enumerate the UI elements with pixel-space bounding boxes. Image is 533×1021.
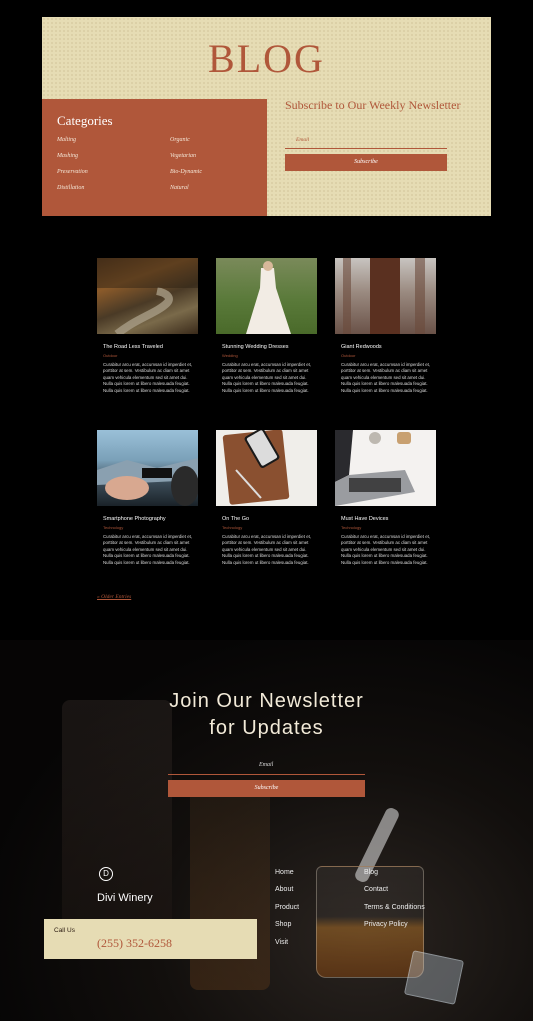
subscribe-title: Subscribe to Our Weekly Newsletter (285, 98, 461, 112)
category-link[interactable]: Vegetarian (170, 153, 196, 159)
footer-link-product[interactable]: Product (275, 904, 299, 911)
footer-link-contact[interactable]: Contact (364, 886, 388, 893)
post-excerpt: Curabitur arcu erat, accumsan id imperdi… (222, 362, 312, 393)
post-category[interactable]: Technology (222, 525, 317, 530)
post-title[interactable]: On The Go (222, 516, 317, 522)
footer-link-privacy[interactable]: Privacy Policy (364, 921, 408, 928)
blog-post-card[interactable]: Giant Redwoods Outdoor Curabitur arcu er… (335, 258, 436, 394)
post-category[interactable]: Wedding (222, 353, 317, 358)
newsletter-title-line-2: for Updates (209, 717, 324, 739)
post-excerpt: Curabitur arcu erat, accumsan id imperdi… (341, 534, 431, 565)
laptop-photo[interactable] (335, 430, 436, 506)
forest-path-art (97, 258, 198, 334)
newsletter-email-field[interactable]: Email (168, 760, 365, 775)
blog-post-card[interactable]: On The Go Technology Curabitur arcu erat… (216, 430, 317, 566)
category-link[interactable]: Natural (170, 185, 189, 191)
category-link[interactable]: Bio-Dynamic (170, 169, 202, 175)
categories-title: Categories (57, 113, 113, 128)
footer-link-terms[interactable]: Terms & Conditions (364, 904, 425, 911)
blog-post-card[interactable]: Smartphone Photography Technology Curabi… (97, 430, 198, 566)
category-link[interactable]: Preservation (57, 169, 88, 175)
post-title[interactable]: Must Have Devices (341, 516, 436, 522)
email-placeholder: Email (296, 137, 310, 143)
category-link[interactable]: Organic (170, 137, 190, 143)
post-excerpt: Curabitur arcu erat, accumsan id imperdi… (341, 362, 431, 393)
phone-number[interactable]: (255) 352-6258 (97, 936, 172, 951)
forest-path-photo[interactable] (97, 258, 198, 334)
post-title[interactable]: The Road Less Traveled (103, 344, 198, 350)
older-entries-link[interactable]: « Older Entries (97, 594, 131, 600)
call-us-label: Call Us (54, 927, 75, 934)
blog-post-card[interactable]: Must Have Devices Technology Curabitur a… (335, 430, 436, 566)
post-category[interactable]: Outdoor (103, 353, 198, 358)
newsletter-title-line-1: Join Our Newsletter (169, 690, 364, 712)
wedding-dress-art (246, 261, 291, 334)
footer-link-home[interactable]: Home (275, 869, 294, 876)
blog-post-card[interactable]: Stunning Wedding Dresses Wedding Curabit… (216, 258, 317, 394)
categories-panel: Categories Malting Mashing Preservation … (42, 99, 267, 216)
laptop-art (335, 430, 415, 506)
footer-link-blog[interactable]: Blog (364, 869, 378, 876)
category-link[interactable]: Distillation (57, 185, 84, 191)
page-title: BLOG (208, 36, 325, 81)
post-category[interactable]: Technology (341, 525, 436, 530)
footer-link-about[interactable]: About (275, 886, 293, 893)
phone-notebook-photo[interactable] (216, 430, 317, 506)
footer-link-visit[interactable]: Visit (275, 939, 288, 946)
post-excerpt: Curabitur arcu erat, accumsan id imperdi… (103, 534, 193, 565)
smartphone-art (97, 458, 198, 506)
notebook-art (222, 430, 290, 505)
post-category[interactable]: Outdoor (341, 353, 436, 358)
brand-name: Divi Winery (97, 892, 153, 904)
wedding-dress-photo[interactable] (216, 258, 317, 334)
category-link[interactable]: Mashing (57, 153, 78, 159)
subscribe-email-field[interactable]: Email (285, 135, 447, 149)
footer-link-shop[interactable]: Shop (275, 921, 291, 928)
blog-hero: BLOG Categories Malting Mashing Preserva… (42, 17, 491, 216)
decanter-shape (190, 790, 270, 990)
post-excerpt: Curabitur arcu erat, accumsan id imperdi… (103, 362, 193, 393)
post-excerpt: Curabitur arcu erat, accumsan id imperdi… (222, 534, 312, 565)
post-title[interactable]: Smartphone Photography (103, 516, 198, 522)
newsletter-subscribe-button[interactable]: Subscribe (168, 780, 365, 797)
post-title[interactable]: Stunning Wedding Dresses (222, 344, 317, 350)
redwood-art (343, 258, 425, 334)
blog-post-card[interactable]: The Road Less Traveled Outdoor Curabitur… (97, 258, 198, 394)
newsletter-title: Join Our Newsletter for Updates (0, 688, 533, 742)
smartphone-photo[interactable] (97, 430, 198, 506)
email-placeholder: Email (259, 762, 274, 768)
subscribe-button[interactable]: Subscribe (285, 154, 447, 171)
divi-logo-icon[interactable]: D (99, 867, 113, 881)
post-title[interactable]: Giant Redwoods (341, 344, 436, 350)
post-category[interactable]: Technology (103, 525, 198, 530)
redwood-forest-photo[interactable] (335, 258, 436, 334)
category-link[interactable]: Malting (57, 137, 76, 143)
